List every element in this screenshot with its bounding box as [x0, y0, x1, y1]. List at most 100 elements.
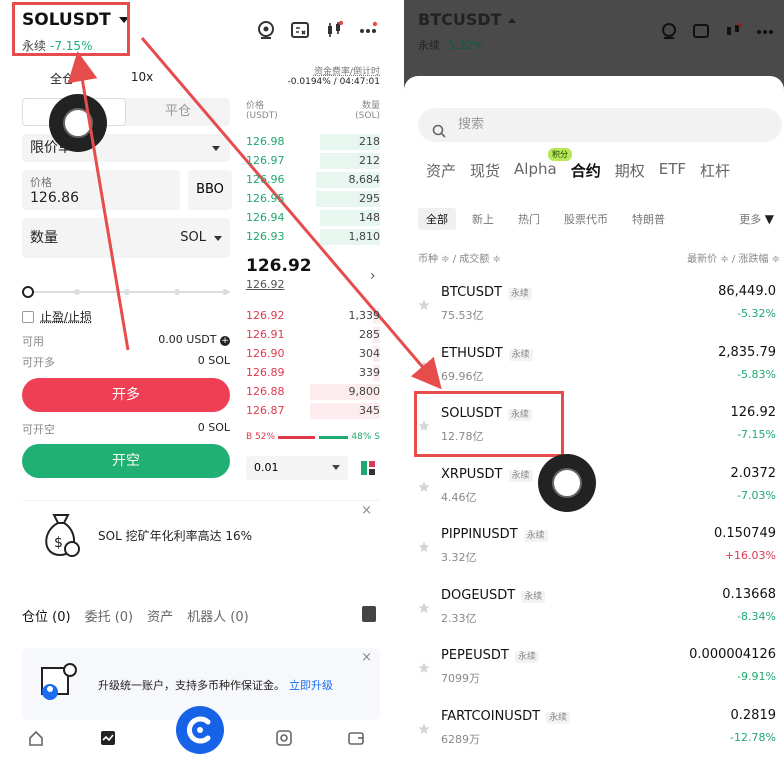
depth-select[interactable]: 0.01 [246, 456, 348, 480]
tpsl-toggle[interactable]: 止盈/止损 [22, 308, 92, 325]
filter-all[interactable]: 全部 [418, 208, 456, 230]
close-icon[interactable]: × [361, 650, 372, 665]
tutorial-icon[interactable] [660, 22, 678, 40]
market-selector-panel: BTCUSDT 永续 -5.32% 搜索 积分 资产 现货 Alpha 合约 期权… [404, 0, 784, 757]
orderbook-row[interactable]: 126.88 9,800 [246, 382, 380, 402]
filter-stock-tokens[interactable]: 股票代币 [556, 208, 616, 230]
tab-spot[interactable]: 现货 [470, 160, 500, 181]
orderbook-row[interactable]: 126.91 285 [246, 325, 380, 345]
star-icon[interactable] [418, 538, 430, 552]
annotation-highlight-box [414, 391, 564, 457]
tab-orders[interactable]: 委托 (0) [85, 606, 134, 625]
tab-options[interactable]: 期权 [615, 160, 645, 181]
can-short-label: 可开空 [22, 423, 55, 436]
orderbook-header: 价格 数量 (USDT) (SOL) [246, 98, 380, 121]
filter-icon[interactable]: ▼ [765, 212, 774, 226]
wallet-icon[interactable] [348, 730, 364, 750]
order-price: 126.97 [246, 154, 285, 167]
orderbook-row[interactable]: 126.93 1,810 [246, 227, 380, 247]
chevron-right-icon[interactable]: › [370, 268, 376, 284]
more-icon[interactable] [358, 20, 378, 40]
orderbook-layout-icon[interactable] [360, 460, 376, 476]
quantity-field[interactable]: 数量 SOL [22, 218, 230, 258]
filter-hot[interactable]: 热门 [510, 208, 548, 230]
orderbook-row[interactable]: 126.92 1,339 [246, 306, 380, 326]
document-icon[interactable] [362, 606, 376, 622]
quantity-slider[interactable] [22, 286, 230, 298]
star-icon[interactable] [418, 659, 430, 673]
candlestick-icon[interactable] [324, 20, 344, 40]
market-price: 0.13668 [722, 586, 776, 602]
col-symbol-volume[interactable]: 币种 ≑ / 成交额 ≑ [418, 250, 501, 265]
candlestick-icon[interactable] [724, 22, 742, 40]
market-row[interactable]: DOGEUSDT 永续 2.33亿 0.13668 -8.34% [404, 577, 784, 637]
tab-bots[interactable]: 机器人 (0) [187, 606, 249, 625]
order-price: 126.92 [246, 309, 285, 322]
market-volume: 6289万 [441, 732, 480, 746]
open-long-button[interactable]: 开多 [22, 378, 230, 412]
tab-close[interactable]: 平仓 [126, 98, 230, 126]
market-row[interactable]: BTCUSDT 永续 75.53亿 86,449.0 -5.32% [404, 274, 784, 334]
col-price-change[interactable]: 最新价 ≑ / 涨跌幅 ≑ [687, 250, 780, 265]
available-value: 0.00 USDT [158, 333, 217, 346]
market-row[interactable]: PEPEUSDT 永续 7099万 0.000004126 -9.91% [404, 637, 784, 697]
more-filters[interactable]: 更多 ▼ [739, 211, 774, 227]
tab-alpha[interactable]: Alpha [514, 160, 557, 181]
header-icons [660, 22, 774, 40]
search-input[interactable]: 搜索 [418, 108, 782, 142]
tab-etf[interactable]: ETF [659, 160, 686, 181]
orderbook-row[interactable]: 126.90 304 [246, 344, 380, 364]
tab-margin[interactable]: 杠杆 [700, 160, 730, 181]
markets-icon[interactable] [100, 730, 116, 750]
market-price: 2,835.79 [718, 344, 776, 360]
trade-icon[interactable] [276, 729, 292, 750]
add-icon[interactable]: + [220, 336, 230, 346]
order-price: 126.91 [246, 328, 285, 341]
orderbook-row[interactable]: 126.98 218 [246, 132, 380, 152]
orderbook-row[interactable]: 126.95 295 [246, 189, 380, 209]
leverage-button[interactable]: 10x [102, 70, 182, 87]
caret-up-icon [507, 18, 516, 23]
tab-assets[interactable]: 资产 [147, 606, 173, 625]
brand-logo-button[interactable] [176, 706, 224, 754]
upgrade-link[interactable]: 立即升级 [289, 679, 333, 692]
orderbook-row[interactable]: 126.97 212 [246, 151, 380, 171]
more-icon[interactable] [756, 22, 774, 40]
filter-new[interactable]: 新上 [464, 208, 502, 230]
slider-knob[interactable] [22, 286, 34, 298]
tpsl-checkbox[interactable] [22, 310, 34, 323]
calculator-icon[interactable] [290, 20, 310, 40]
order-qty: 8,684 [348, 173, 381, 186]
price-field[interactable]: 价格 126.86 [22, 170, 180, 210]
calculator-icon[interactable] [692, 22, 710, 40]
orderbook-row[interactable]: 126.87 345 [246, 401, 380, 421]
order-qty: 1,810 [348, 230, 381, 243]
filter-trump[interactable]: 特朗普 [624, 208, 673, 230]
close-icon[interactable]: × [361, 503, 372, 518]
tab-futures[interactable]: 合约 [571, 160, 601, 181]
price-input[interactable]: 126.86 [30, 190, 172, 206]
tutorial-icon[interactable] [256, 20, 276, 40]
tpsl-label: 止盈/止损 [40, 310, 93, 324]
market-row[interactable]: ETHUSDT 永续 69.96亿 2,835.79 -5.83% [404, 335, 784, 395]
market-row[interactable]: FARTCOINUSDT 永续 6289万 0.2819 -12.78% [404, 698, 784, 757]
market-row[interactable]: PIPPINUSDT 永续 3.32亿 0.150749 +16.03% [404, 516, 784, 576]
star-icon[interactable] [418, 478, 430, 492]
ratio-bar [278, 435, 349, 439]
margin-mode-button[interactable]: 全仓 [22, 70, 102, 87]
orderbook-row[interactable]: 126.94 148 [246, 208, 380, 228]
star-icon[interactable] [418, 720, 430, 734]
quantity-unit[interactable]: SOL [180, 218, 206, 258]
star-icon[interactable] [418, 357, 430, 371]
orderbook-row[interactable]: 126.96 8,684 [246, 170, 380, 190]
open-short-button[interactable]: 开空 [22, 444, 230, 478]
orderbook-row[interactable]: 126.89 339 [246, 363, 380, 383]
star-icon[interactable] [418, 599, 430, 613]
tab-assets[interactable]: 资产 [426, 160, 456, 181]
bbo-button[interactable]: BBO [188, 170, 232, 210]
mining-banner[interactable]: $ SOL 挖矿年化利率高达 16% × [22, 500, 380, 572]
tab-positions[interactable]: 仓位 (0) [22, 606, 71, 625]
symbol-selector[interactable]: BTCUSDT [418, 10, 516, 29]
home-icon[interactable] [28, 730, 44, 750]
star-icon[interactable] [418, 296, 430, 310]
